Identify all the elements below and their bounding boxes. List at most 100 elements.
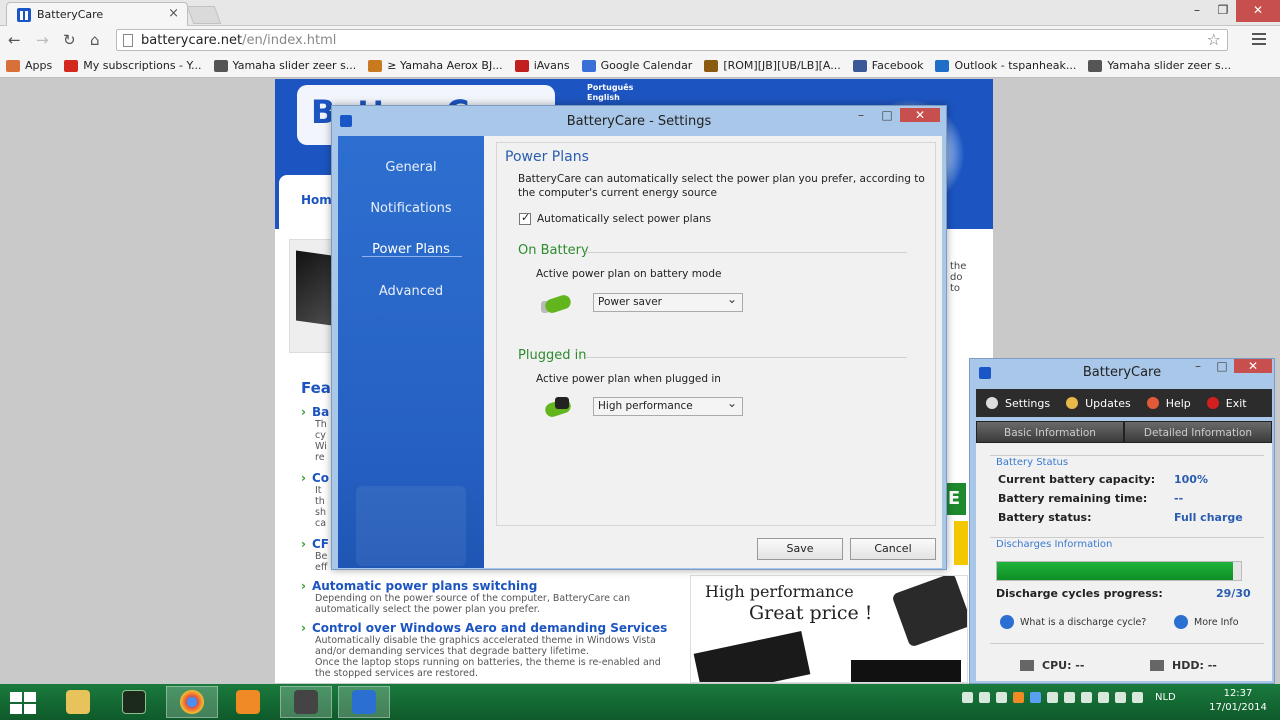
language-item[interactable]: English	[587, 93, 633, 103]
battery-tray-icon[interactable]	[1132, 692, 1143, 703]
close-window-icon[interactable]: ✕	[1236, 0, 1280, 22]
feature-item: Ba Th cy Wi re	[301, 405, 329, 463]
tab-detailed-information[interactable]: Detailed Information	[1124, 421, 1272, 443]
taskbar-chrome[interactable]	[166, 686, 218, 718]
on-battery-subtitle: Active power plan on battery mode	[536, 268, 722, 280]
new-tab-button[interactable]	[186, 6, 222, 24]
home-icon[interactable]: ⌂	[90, 31, 100, 49]
what-is-discharge-link[interactable]: What is a discharge cycle?	[1000, 615, 1146, 629]
hdd-icon	[1150, 660, 1164, 671]
auto-select-checkbox[interactable]	[519, 211, 531, 225]
bookmark-favicon-icon	[704, 59, 719, 72]
bookmark-item[interactable]: Facebook	[852, 59, 923, 72]
browser-tab[interactable]: BatteryCare ×	[6, 2, 188, 26]
taskbar-batterycare[interactable]	[338, 686, 390, 718]
tray-app-icon[interactable]	[996, 692, 1007, 703]
bookmark-label: ≥ Yamaha Aerox BJ...	[387, 59, 503, 72]
tray-app-icon[interactable]	[1013, 692, 1024, 703]
taskbar-recorder[interactable]	[280, 686, 332, 718]
more-info-link[interactable]: More Info	[1174, 615, 1239, 629]
bookmark-item[interactable]: [ROM][JB][UB/LB][A...	[704, 59, 841, 72]
plugged-in-plan-select[interactable]: High performance	[593, 396, 743, 416]
sidebar-item-general[interactable]: General	[338, 160, 484, 175]
close-tab-icon[interactable]: ×	[168, 6, 179, 21]
tray-app-icon[interactable]	[979, 692, 990, 703]
sidebar-item-notifications[interactable]: Notifications	[338, 201, 484, 216]
minimize-icon[interactable]: –	[1184, 0, 1210, 22]
bookmark-favicon-icon	[1088, 59, 1103, 72]
minimize-icon[interactable]: –	[848, 108, 874, 122]
taskbar-app-74[interactable]	[108, 686, 160, 718]
menu-settings[interactable]: Settings	[986, 397, 1050, 410]
tray-app-icon[interactable]	[1030, 692, 1041, 703]
feature-title[interactable]: CF	[301, 537, 329, 551]
bookmark-item[interactable]: Yamaha slider zeer s...	[213, 59, 357, 72]
battery-image	[693, 631, 811, 682]
language-item[interactable]: Português	[587, 83, 633, 93]
network-icon[interactable]	[1081, 692, 1092, 703]
bluetooth-icon[interactable]	[1064, 692, 1075, 703]
bookmark-item[interactable]: ≥ Yamaha Aerox BJ...	[368, 59, 503, 72]
feature-desc-line: Be	[315, 551, 328, 562]
auto-select-checkbox-row[interactable]: Automatically select power plans	[519, 211, 711, 225]
menu-updates[interactable]: Updates	[1066, 397, 1131, 410]
advert-banner[interactable]: High performance Great price !	[690, 575, 968, 683]
start-button-windows-icon[interactable]	[10, 692, 36, 714]
batterycare-main-window: BatteryCare – □ ✕ Settings Updates Help …	[969, 358, 1275, 684]
maximize-icon[interactable]: □	[874, 108, 900, 122]
tab-basic-information[interactable]: Basic Information	[976, 421, 1124, 443]
close-icon[interactable]: ✕	[1234, 359, 1272, 373]
bookmark-favicon-icon	[64, 59, 79, 72]
bookmark-item[interactable]: iAvans	[514, 59, 570, 72]
bookmark-item[interactable]: My subscriptions - Y...	[64, 59, 202, 72]
system-tray: NLD	[962, 692, 1176, 703]
sidebar-item-advanced[interactable]: Advanced	[338, 284, 484, 299]
restore-icon[interactable]: ❐	[1210, 0, 1236, 22]
bookmark-item[interactable]: Google Calendar	[581, 59, 692, 72]
back-arrow-icon[interactable]: ←	[8, 31, 21, 49]
bookmark-star-icon[interactable]: ☆	[1207, 30, 1221, 49]
input-language[interactable]: NLD	[1155, 692, 1176, 703]
batterycare-favicon-icon	[17, 8, 31, 22]
minimize-icon[interactable]: –	[1186, 359, 1210, 373]
group-divider	[990, 537, 1264, 538]
language-list: Português English	[587, 83, 633, 103]
reload-icon[interactable]: ↻	[63, 31, 76, 49]
signal-icon[interactable]	[1115, 692, 1126, 703]
address-bar[interactable]: batterycare.net/en/index.html ☆	[116, 29, 1228, 51]
remaining-time-label: Battery remaining time:	[998, 492, 1148, 505]
nav-home-tab[interactable]: Hom	[279, 175, 339, 231]
bookmark-item[interactable]: Apps	[6, 59, 52, 72]
recorder-icon	[294, 690, 318, 714]
taskbar-file-explorer[interactable]	[52, 686, 104, 718]
charger-image	[891, 576, 967, 648]
maximize-icon[interactable]: □	[1210, 359, 1234, 373]
bookmark-item[interactable]: Yamaha slider zeer s...	[1088, 59, 1231, 72]
browser-tab-title: BatteryCare	[37, 8, 104, 21]
on-battery-plan-select[interactable]: Power saver	[593, 292, 743, 312]
menu-exit[interactable]: Exit	[1206, 397, 1247, 410]
feature-title[interactable]: Automatic power plans switching	[301, 579, 630, 593]
bookmark-label: Yamaha slider zeer s...	[232, 59, 357, 72]
feature-title[interactable]: Control over Windows Aero and demanding …	[301, 621, 667, 635]
cpu-label: CPU: --	[1042, 659, 1085, 672]
tray-app-icon[interactable]	[1047, 692, 1058, 703]
sidebar-item-power-plans[interactable]: Power Plans	[338, 242, 484, 257]
menu-help[interactable]: Help	[1146, 397, 1191, 410]
right-column-text: the do to	[950, 261, 966, 294]
taskbar-clock[interactable]: 12:37 17/01/2014	[1208, 687, 1268, 715]
bookmark-item[interactable]: Outlook - tspanheak...	[935, 59, 1076, 72]
feature-title[interactable]: Co	[301, 471, 329, 485]
browser-toolbar: ← → ↻ ⌂ batterycare.net/en/index.html ☆	[0, 26, 1280, 54]
taskbar-media-player[interactable]	[222, 686, 274, 718]
tray-up-arrow-icon[interactable]	[962, 692, 973, 703]
close-icon[interactable]: ✕	[900, 108, 940, 122]
forward-arrow-icon[interactable]: →	[36, 31, 49, 49]
feature-desc-line: Wi	[315, 441, 327, 452]
volume-icon[interactable]	[1098, 692, 1109, 703]
save-button[interactable]: Save	[757, 538, 843, 560]
cancel-button[interactable]: Cancel	[850, 538, 936, 560]
feature-title[interactable]: Ba	[301, 405, 329, 419]
chrome-menu-icon[interactable]	[1252, 33, 1266, 45]
advert-line-1: High performance	[705, 582, 854, 601]
